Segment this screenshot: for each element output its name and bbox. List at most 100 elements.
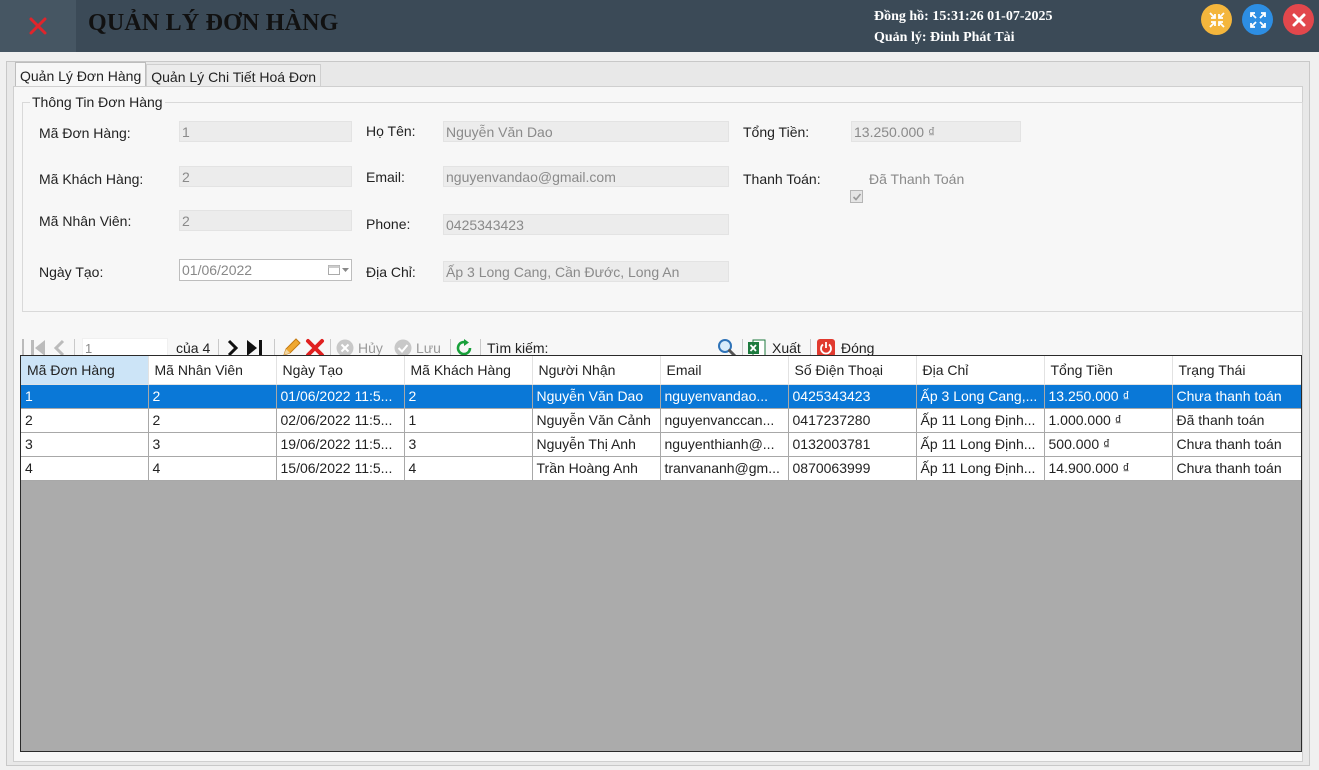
- table-cell[interactable]: Chưa thanh toán: [1172, 384, 1301, 409]
- table-cell[interactable]: 4: [404, 456, 533, 481]
- phone-label: Phone:: [366, 216, 411, 232]
- table-cell[interactable]: 2: [148, 384, 277, 409]
- column-header[interactable]: Trạng Thái: [1172, 356, 1301, 385]
- close-form-label: Đóng: [841, 340, 875, 356]
- address-field[interactable]: Ấp 3 Long Cang, Cần Đước, Long An: [443, 261, 729, 282]
- table-cell[interactable]: 02/06/2022 11:5...: [276, 408, 405, 433]
- phone-field[interactable]: 0425343423: [443, 214, 729, 235]
- grid-header-row: Mã Đơn Hàng Mã Nhân Viên Ngày Tạo Mã Khá…: [21, 356, 1301, 385]
- column-header[interactable]: Mã Đơn Hàng: [21, 356, 149, 385]
- table-cell[interactable]: 13.250.000 ₫: [1044, 384, 1173, 409]
- column-header[interactable]: Tổng Tiền: [1044, 356, 1173, 385]
- table-cell[interactable]: 14.900.000 ₫: [1044, 456, 1173, 481]
- table-cell[interactable]: Nguyễn Văn Dao: [532, 384, 661, 409]
- payment-label: Thanh Toán:: [743, 171, 821, 187]
- address-label: Địa Chỉ:: [366, 264, 416, 280]
- table-cell[interactable]: nguyenvandao...: [660, 384, 789, 409]
- table-cell[interactable]: 3: [148, 432, 277, 457]
- order-info-group: Thông Tin Đơn Hàng Mã Đơn Hàng: 1 Mã Khá…: [22, 94, 1303, 312]
- table-cell[interactable]: Nguyễn Văn Cảnh: [532, 408, 661, 433]
- email-field[interactable]: nguyenvandao@gmail.com: [443, 166, 729, 187]
- close-icon: [1292, 13, 1305, 26]
- manager-text: Quản lý: Đinh Phát Tài: [874, 30, 1015, 45]
- minimize-button[interactable]: [1201, 4, 1232, 35]
- table-cell[interactable]: Chưa thanh toán: [1172, 432, 1301, 457]
- table-cell[interactable]: 0425343423: [788, 384, 917, 409]
- close-button[interactable]: [1283, 4, 1314, 35]
- column-header[interactable]: Ngày Tạo: [276, 356, 405, 385]
- maximize-button[interactable]: [1242, 4, 1273, 35]
- table-cell[interactable]: 1: [404, 408, 533, 433]
- column-header[interactable]: Mã Nhân Viên: [148, 356, 277, 385]
- total-label: Tổng Tiền:: [743, 124, 810, 140]
- table-cell[interactable]: 01/06/2022 11:5...: [276, 384, 405, 409]
- table-row[interactable]: 1 2 01/06/2022 11:5... 2 Nguyễn Văn Dao nguye…: [21, 384, 1301, 409]
- clock-text: Đồng hồ: 15:31:26 01-07-2025: [874, 9, 1053, 24]
- created-date-label: Ngày Tạo:: [39, 264, 104, 280]
- table-cell[interactable]: tranvananh@gm...: [660, 456, 789, 481]
- created-date-value: 01/06/2022: [182, 262, 253, 278]
- table-cell[interactable]: 500.000 ₫: [1044, 432, 1173, 457]
- column-header[interactable]: Người Nhận: [532, 356, 661, 385]
- table-cell[interactable]: nguyenvanccan...: [660, 408, 789, 433]
- table-cell[interactable]: Ấp 11 Long Định...: [916, 432, 1045, 457]
- table-cell[interactable]: 2: [404, 384, 533, 409]
- expand-icon: [1249, 11, 1266, 28]
- table-cell[interactable]: 0132003781: [788, 432, 917, 457]
- group-title: Thông Tin Đơn Hàng: [30, 94, 165, 110]
- table-cell[interactable]: 0870063999: [788, 456, 917, 481]
- table-row[interactable]: 2 2 02/06/2022 11:5... 1 Nguyễn Văn Cảnh nguy…: [21, 408, 1301, 433]
- tab-order-management[interactable]: Quản Lý Đơn Hàng: [15, 62, 147, 88]
- save-label: Lưu: [416, 340, 441, 356]
- table-cell[interactable]: 1.000.000 ₫: [1044, 408, 1173, 433]
- table-cell[interactable]: nguyenthianh@...: [660, 432, 789, 457]
- app-close-icon[interactable]: [0, 0, 76, 52]
- order-id-field[interactable]: 1: [179, 121, 352, 142]
- customer-id-field[interactable]: 2: [179, 166, 352, 187]
- table-cell[interactable]: Chưa thanh toán: [1172, 456, 1301, 481]
- table-cell[interactable]: 15/06/2022 11:5...: [276, 456, 405, 481]
- column-header[interactable]: Địa Chỉ: [916, 356, 1045, 385]
- tab-invoice-details[interactable]: Quản Lý Chi Tiết Hoá Đơn: [146, 64, 322, 88]
- tab-panel: Thông Tin Đơn Hàng Mã Đơn Hàng: 1 Mã Khá…: [13, 86, 1303, 762]
- calendar-dropdown-icon[interactable]: [325, 260, 351, 280]
- table-row[interactable]: 3 3 19/06/2022 11:5... 3 Nguyễn Thị Anh nguye…: [21, 432, 1301, 457]
- table-cell[interactable]: 3: [404, 432, 533, 457]
- paid-checkbox[interactable]: [850, 190, 863, 203]
- customer-id-label: Mã Khách Hàng:: [39, 171, 144, 187]
- table-cell[interactable]: Ấp 11 Long Định...: [916, 408, 1045, 433]
- employee-id-label: Mã Nhân Viên:: [39, 213, 132, 229]
- total-field[interactable]: 13.250.000 ₫: [851, 121, 1021, 142]
- employee-id-field[interactable]: 2: [179, 210, 352, 231]
- cancel-label: Hủy: [358, 340, 383, 356]
- column-header[interactable]: Email: [660, 356, 789, 385]
- table-cell[interactable]: 0417237280: [788, 408, 917, 433]
- table-cell[interactable]: 2: [148, 408, 277, 433]
- table-cell[interactable]: 4: [21, 456, 149, 481]
- column-header[interactable]: Số Điện Thoại: [788, 356, 917, 385]
- table-cell[interactable]: Trần Hoàng Anh: [532, 456, 661, 481]
- order-id-label: Mã Đơn Hàng:: [39, 125, 131, 141]
- table-cell[interactable]: Nguyễn Thị Anh: [532, 432, 661, 457]
- email-label: Email:: [366, 169, 405, 185]
- table-cell[interactable]: 3: [21, 432, 149, 457]
- export-label: Xuất: [772, 340, 801, 356]
- table-cell[interactable]: 19/06/2022 11:5...: [276, 432, 405, 457]
- table-cell[interactable]: 4: [148, 456, 277, 481]
- orders-grid[interactable]: Mã Đơn Hàng Mã Nhân Viên Ngày Tạo Mã Khá…: [20, 355, 1302, 752]
- table-cell[interactable]: 2: [21, 408, 149, 433]
- table-cell[interactable]: Đã thanh toán: [1172, 408, 1301, 433]
- paid-checkbox-label: Đã Thanh Toán: [869, 171, 965, 187]
- table-cell[interactable]: Ấp 11 Long Định...: [916, 456, 1045, 481]
- grid-body: 1 2 01/06/2022 11:5... 2 Nguyễn Văn Dao nguye…: [21, 384, 1301, 481]
- column-header[interactable]: Mã Khách Hàng: [404, 356, 533, 385]
- shrink-icon: [1208, 11, 1225, 28]
- tab-strip: Quản Lý Đơn Hàng Quản Lý Chi Tiết Hoá Đơ…: [15, 62, 322, 88]
- main-content: Quản Lý Đơn Hàng Quản Lý Chi Tiết Hoá Đơ…: [6, 61, 1310, 766]
- name-field[interactable]: Nguyễn Văn Dao: [443, 121, 729, 142]
- created-date-picker[interactable]: 01/06/2022: [179, 259, 352, 281]
- table-row[interactable]: 4 4 15/06/2022 11:5... 4 Trần Hoàng Anh tranv…: [21, 456, 1301, 481]
- table-cell[interactable]: 1: [21, 384, 149, 409]
- table-cell[interactable]: Ấp 3 Long Cang,...: [916, 384, 1045, 409]
- name-label: Họ Tên:: [366, 123, 416, 139]
